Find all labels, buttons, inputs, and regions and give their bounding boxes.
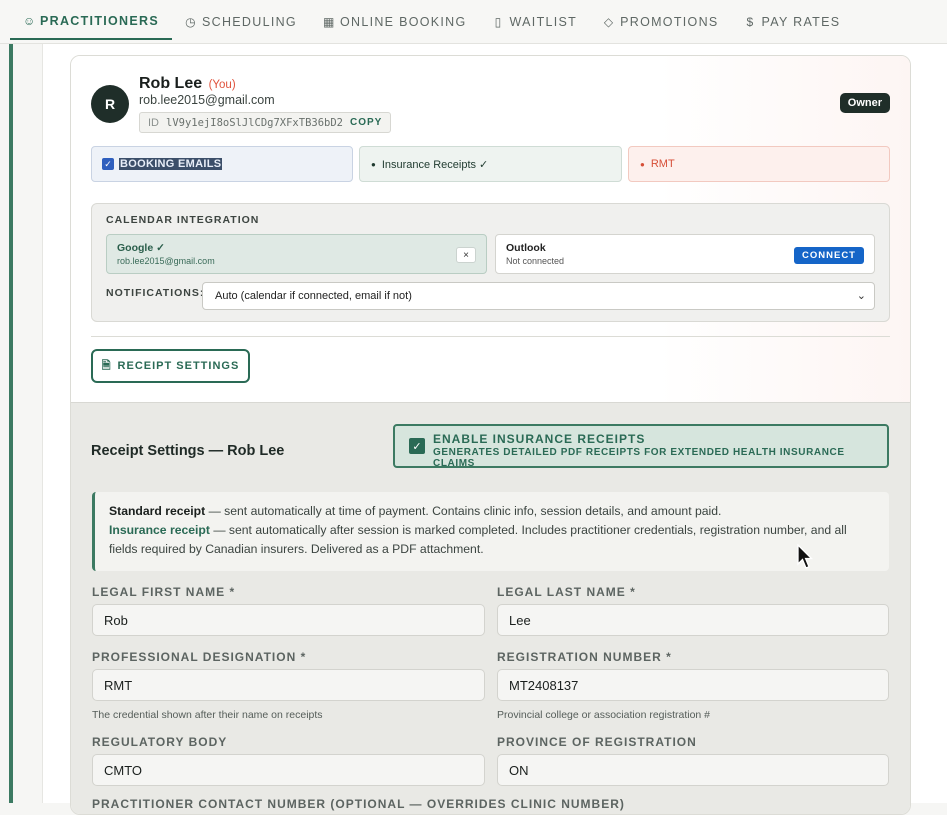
practitioner-id: ID lV9y1ejI8oSlJlCDg7XFxTB36bD2 COPY [139,112,392,133]
receipt-settings-button[interactable]: 🗎 RECEIPT SETTINGS [91,349,250,383]
calendar-icon: ▦ [322,14,336,29]
tab-bar: ☺ PRACTITIONERS ◷ SCHEDULING ▦ ONLINE BOOKI… [0,0,947,44]
dollar-icon: $ [746,14,755,29]
legal-last-name-field[interactable]: Lee [497,604,889,636]
avatar: R [91,85,129,123]
calendar-integration: CALENDAR INTEGRATION Google ✓ rob.lee201… [91,203,890,322]
tab-waitlist[interactable]: ▯ WAITLIST [480,0,591,44]
checkbox-icon[interactable]: ✓ [102,158,114,170]
clock-icon: ◷ [185,14,197,29]
tab-practitioners[interactable]: ☺ PRACTITIONERS [10,4,172,40]
mouse-cursor-icon [797,544,813,569]
role-badge: Owner [839,93,890,113]
registration-number-field[interactable]: MT2408137 [497,669,889,701]
connect-outlook-button[interactable]: CONNECT [794,247,864,264]
designation-badge: ● RMT [628,146,890,182]
receipt-info-box: Standard receipt — sent automatically at… [92,492,889,571]
practitioner-card-header: R Rob Lee (You) rob.lee2015@gmail.com ID… [71,56,910,402]
next-field-label: PRACTITIONER CONTACT NUMBER (OPTIONAL — … [92,797,625,811]
insurance-receipts-badge: ● Insurance Receipts ✓ [359,146,622,182]
legal-first-name-field[interactable]: Rob [92,604,485,636]
professional-designation-hint: The credential shown after their name on… [92,709,323,721]
disconnect-google-button[interactable]: × [456,247,476,263]
chevron-down-icon: ⌄ [856,290,866,302]
you-tag: (You) [208,79,236,91]
practitioner-email: rob.lee2015@gmail.com [139,93,275,107]
professional-designation-field[interactable]: RMT [92,669,485,701]
booking-emails-toggle[interactable]: ✓ BOOKING EMAILS [91,146,353,182]
google-calendar-card: Google ✓ rob.lee2015@gmail.com × [106,234,487,274]
copy-id-button[interactable]: COPY [350,117,382,128]
tab-scheduling[interactable]: ◷ SCHEDULING [172,0,310,44]
outlook-calendar-card: Outlook Not connected CONNECT [495,234,875,274]
registration-number-label: REGISTRATION NUMBER * [497,650,672,664]
practitioner-name: Rob Lee (You) [139,75,236,92]
receipt-settings-title: Receipt Settings — Rob Lee [91,443,285,459]
clipboard-icon: ▯ [494,14,503,29]
legal-first-name-label: LEGAL FIRST NAME * [92,585,236,599]
tab-online-booking[interactable]: ▦ ONLINE BOOKING [310,0,480,44]
booking-emails-label: BOOKING EMAILS [119,158,223,170]
enable-insurance-receipts-description: GENERATES DETAILED PDF RECEIPTS FOR EXTE… [433,447,845,469]
google-calendar-name: Google ✓ [117,242,165,254]
practitioner-card: R Rob Lee (You) rob.lee2015@gmail.com ID… [70,55,911,815]
professional-designation-label: PROFESSIONAL DESIGNATION * [92,650,307,664]
registration-number-hint: Provincial college or association regist… [497,709,711,721]
id-label: ID [148,116,159,129]
status-dot-icon: ● [640,159,645,169]
user-icon: ☺ [23,13,37,28]
calendar-integration-title: CALENDAR INTEGRATION [106,214,260,226]
notifications-label: NOTIFICATIONS: [106,287,205,299]
status-dot-icon: ● [371,159,376,169]
legal-last-name-label: LEGAL LAST NAME * [497,585,636,599]
document-icon: 🗎 [101,359,112,372]
tab-pay-rates[interactable]: $ PAY RATES [732,0,854,44]
divider [91,336,890,337]
google-calendar-account: rob.lee2015@gmail.com [117,256,215,266]
regulatory-body-label: REGULATORY BODY [92,735,228,749]
regulatory-body-field[interactable]: CMTO [92,754,485,786]
tag-icon: ◇ [603,14,615,29]
enable-insurance-receipts-label: ENABLE INSURANCE RECEIPTS [433,432,646,446]
enable-insurance-receipts-toggle[interactable]: ✓ ENABLE INSURANCE RECEIPTS GENERATES DE… [393,424,889,469]
tab-promotions[interactable]: ◇ PROMOTIONS [590,0,731,44]
selection-accent-bar [9,44,13,803]
province-of-registration-field[interactable]: ON [497,754,889,786]
id-value: lV9y1ejI8oSlJlCDg7XFxTB36bD2 [166,116,344,129]
checkbox-icon[interactable]: ✓ [409,438,425,454]
province-of-registration-label: PROVINCE OF REGISTRATION [497,735,697,749]
notifications-select[interactable]: Auto (calendar if connected, email if no… [202,282,875,310]
